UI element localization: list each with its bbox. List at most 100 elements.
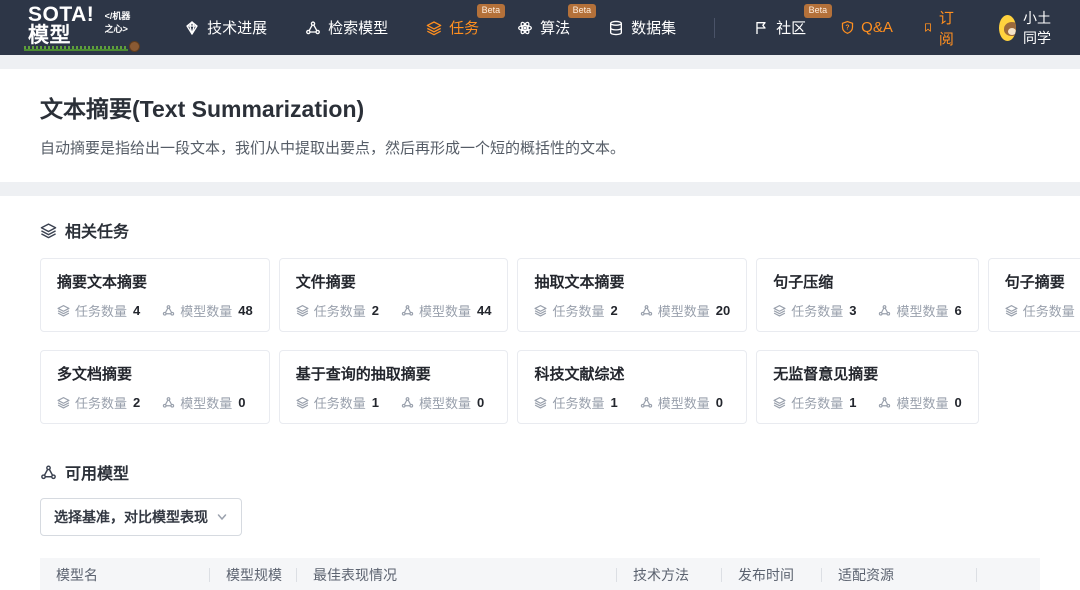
nodes-icon [401,396,414,409]
task-card-title: 句子压缩 [773,271,962,292]
page-title: 文本摘要(Text Summarization) [40,90,1040,124]
beta-badge: Beta [477,4,506,18]
page-gap-middle [0,182,1080,196]
layers-icon [773,396,786,409]
nodes-icon [162,396,175,409]
beta-badge: Beta [804,4,833,18]
task-card[interactable]: 抽取文本摘要 任务数量2 模型数量20 [517,258,747,332]
nav-item-label: 算法 [540,17,570,38]
model-count: 0 [238,395,245,410]
layers-icon [534,396,547,409]
nav-menu: 技术进展 检索模型 任务 Beta 算法 Beta 数据集 社区 Beta [184,17,806,38]
nav-item-tasks[interactable]: 任务 Beta [426,17,479,38]
qa-shield-icon: ? [840,20,855,35]
layers-icon [40,222,57,239]
model-count: 20 [716,303,730,318]
col-method: 技术方法 [617,565,722,585]
layers-icon [426,20,442,36]
related-tasks-title: 相关任务 [65,218,129,242]
task-count: 4 [133,303,140,318]
main-content: 相关任务 摘要文本摘要 任务数量 4 模型数量 48 文件摘要 任务数量2 模型数量… [0,196,1080,590]
task-card[interactable]: 文件摘要 任务数量2 模型数量44 [279,258,509,332]
models-table: 模型名 模型规模 最佳表现情况 技术方法 发布时间 适配资源 PRIMER - … [40,558,1040,590]
task-count: 1 [372,395,379,410]
task-count: 1 [849,395,856,410]
qa-link[interactable]: ? Q&A [840,19,893,36]
available-models-heading: 可用模型 [40,460,1040,484]
task-card-title: 摘要文本摘要 [57,271,253,292]
page-gap-top [0,55,1080,69]
col-publish-date: 发布时间 [722,565,822,585]
chevron-down-icon [216,511,228,523]
gem-icon [184,20,200,36]
task-card[interactable]: 科技文献综述 任务数量1 模型数量0 [517,350,747,424]
subscribe-link[interactable]: 订阅 [923,7,959,49]
beta-badge: Beta [568,4,597,18]
nav-item-search-models[interactable]: 检索模型 [305,17,388,38]
nodes-icon [640,396,653,409]
user-menu[interactable]: 小土同学 [999,8,1060,48]
model-count: 48 [238,303,252,318]
qa-label: Q&A [861,19,893,36]
logo-grass-decoration [24,46,128,51]
bookmark-icon [923,20,933,35]
task-count-label: 任务数量 [75,301,127,320]
task-count: 2 [133,395,140,410]
layers-icon [57,304,70,317]
task-card-title: 基于查询的抽取摘要 [296,363,492,384]
page-header: 文本摘要(Text Summarization) 自动摘要是指给出一段文本，我们… [0,69,1080,182]
user-name: 小土同学 [1023,8,1060,48]
task-count: 2 [610,303,617,318]
task-card[interactable]: 基于查询的抽取摘要 任务数量1 模型数量0 [279,350,509,424]
related-tasks-heading: 相关任务 [40,218,1040,242]
task-count: 1 [610,395,617,410]
model-count: 6 [954,303,961,318]
nodes-icon [401,304,414,317]
model-count: 0 [954,395,961,410]
layers-icon [773,304,786,317]
logo-text: SOTA!模型 [28,4,103,51]
task-card-title: 句子摘要 [1005,271,1080,292]
nav-quick-links: ? Q&A 订阅 [840,7,959,49]
model-count: 0 [477,395,484,410]
atom-icon [517,20,533,36]
layers-icon [57,396,70,409]
nodes-icon [640,304,653,317]
task-card[interactable]: 无监督意见摘要 任务数量1 模型数量0 [756,350,979,424]
task-card[interactable]: 摘要文本摘要 任务数量 4 模型数量 48 [40,258,270,332]
model-count-label: 模型数量 [180,301,232,320]
svg-text:?: ? [846,25,850,32]
nav-item-label: 社区 [776,17,806,38]
flag-icon [753,20,769,36]
task-card-title: 多文档摘要 [57,363,253,384]
available-models-section: 可用模型 选择基准，对比模型表现 模型名 模型规模 最佳表现情况 技术方法 发布… [40,460,1040,590]
task-card[interactable]: 句子压缩 任务数量3 模型数量6 [756,258,979,332]
nav-item-tech-progress[interactable]: 技术进展 [184,17,267,38]
layers-icon [296,396,309,409]
col-resources: 适配资源 [822,565,977,585]
nav-item-label: 任务 [449,17,479,38]
nav-item-community[interactable]: 社区 Beta [753,17,806,38]
task-count: 3 [849,303,856,318]
available-models-title: 可用模型 [65,460,129,484]
task-count: 2 [372,303,379,318]
task-card[interactable]: 句子摘要 任务数量2 模型数量3 [988,258,1080,332]
subscribe-label: 订阅 [939,7,959,49]
task-card-title: 无监督意见摘要 [773,363,962,384]
nodes-icon [305,20,321,36]
logo[interactable]: SOTA!模型 </机器之心> [28,4,138,51]
model-count: 44 [477,303,491,318]
nav-item-datasets[interactable]: 数据集 [608,17,676,38]
layers-icon [1005,304,1018,317]
database-icon [608,20,624,36]
nav-item-algorithms[interactable]: 算法 Beta [517,17,570,38]
task-card-title: 抽取文本摘要 [534,271,730,292]
model-count: 0 [716,395,723,410]
task-card[interactable]: 多文档摘要 任务数量2 模型数量0 [40,350,270,424]
nodes-icon [40,464,57,481]
nodes-icon [162,304,175,317]
benchmark-filter-dropdown[interactable]: 选择基准，对比模型表现 [40,498,242,536]
nav-divider [714,18,715,38]
task-card-title: 科技文献综述 [534,363,730,384]
col-best-performance: 最佳表现情况 [297,565,617,585]
